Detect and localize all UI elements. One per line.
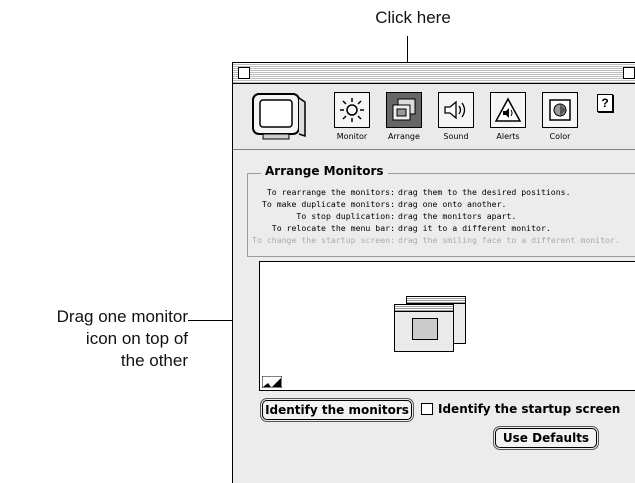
instructions: To rearrange the monitors: drag them to … bbox=[249, 186, 629, 246]
instruction-row-disabled: To change the startup screen: drag the s… bbox=[249, 234, 629, 246]
callout-drag-monitor: Drag one monitor icon on top of the othe… bbox=[0, 306, 188, 372]
monitor-arrangement-area[interactable] bbox=[259, 261, 635, 391]
tool-label: Monitor bbox=[336, 132, 368, 141]
help-button[interactable]: ? bbox=[597, 94, 613, 112]
instruction-key: To make duplicate monitors: bbox=[261, 199, 395, 209]
use-defaults-button[interactable]: Use Defaults bbox=[495, 428, 597, 448]
startup-checkbox[interactable] bbox=[421, 403, 433, 415]
instruction-key: To relocate the menu bar: bbox=[271, 223, 395, 233]
instruction-key: To stop duplication: bbox=[296, 211, 395, 221]
callout-click-here: Click here bbox=[375, 8, 451, 27]
callout-line: Drag one monitor bbox=[56, 307, 188, 326]
tool-label: Arrange bbox=[388, 132, 420, 141]
instruction-value: drag them to the desired positions. bbox=[398, 187, 571, 197]
instruction-row: To stop duplication: drag the monitors a… bbox=[249, 210, 629, 222]
tool-sound[interactable]: Sound bbox=[429, 92, 483, 141]
instruction-value: drag one onto another. bbox=[398, 199, 507, 209]
window-titlebar[interactable] bbox=[233, 63, 635, 84]
instruction-key: To rearrange the monitors: bbox=[266, 187, 395, 197]
instruction-row: To rearrange the monitors: drag them to … bbox=[249, 186, 629, 198]
tool-monitor[interactable]: Monitor bbox=[325, 92, 379, 141]
callout-line: icon on top of bbox=[85, 329, 188, 348]
zoom-box[interactable] bbox=[623, 67, 635, 79]
callout-line: the other bbox=[120, 351, 188, 370]
monitor-screen-icon bbox=[412, 318, 438, 340]
instruction-value: drag the smiling face to a different mon… bbox=[398, 235, 620, 245]
speaker-icon bbox=[444, 100, 466, 120]
monitor-icon bbox=[252, 93, 306, 140]
tool-label: Alerts bbox=[496, 132, 520, 141]
tool-color[interactable]: Color bbox=[533, 92, 587, 141]
monitors-sound-window: Monitor Arrange Sound Alerts Color ? Arr… bbox=[232, 62, 635, 483]
close-box[interactable] bbox=[238, 67, 250, 79]
panel-toolbar: Monitor Arrange Sound Alerts Color ? bbox=[233, 84, 635, 150]
scale-mountain-icon[interactable] bbox=[262, 376, 282, 388]
group-title: Arrange Monitors bbox=[261, 164, 388, 178]
tool-alerts[interactable]: Alerts bbox=[481, 92, 535, 141]
instruction-row: To make duplicate monitors: drag one ont… bbox=[249, 198, 629, 210]
identify-monitors-button[interactable]: Identify the monitors bbox=[262, 400, 412, 420]
monitor-icon-primary[interactable] bbox=[394, 304, 454, 352]
alert-triangle-icon bbox=[494, 97, 522, 122]
checkbox-label: Identify the startup screen bbox=[438, 402, 621, 416]
color-icon bbox=[549, 99, 571, 121]
tool-label: Sound bbox=[443, 132, 469, 141]
tool-arrange[interactable]: Arrange bbox=[377, 92, 431, 141]
instruction-value: drag it to a different monitor. bbox=[398, 223, 551, 233]
instruction-key: To change the startup screen: bbox=[252, 235, 395, 245]
tool-label: Color bbox=[549, 132, 571, 141]
arrange-monitors-icon bbox=[392, 98, 416, 121]
instruction-value: drag the monitors apart. bbox=[398, 211, 517, 221]
instruction-row: To relocate the menu bar: drag it to a d… bbox=[249, 222, 629, 234]
sun-icon bbox=[340, 98, 364, 122]
identify-startup-checkbox-row[interactable]: Identify the startup screen bbox=[421, 402, 620, 416]
